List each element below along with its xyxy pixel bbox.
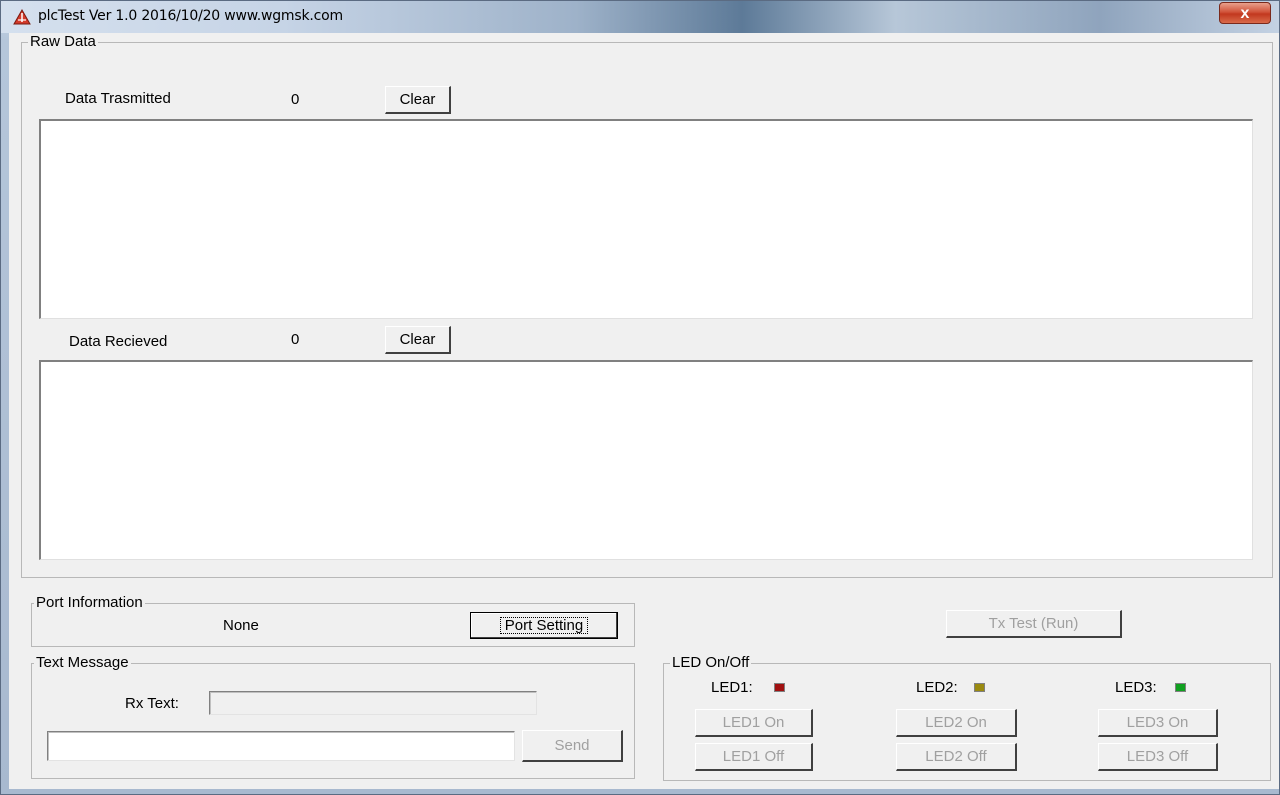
tx-test-button[interactable]: Tx Test (Run) <box>946 610 1122 638</box>
clear-received-button[interactable]: Clear <box>385 326 451 354</box>
close-button[interactable]: x <box>1219 2 1271 24</box>
app-icon <box>13 9 31 25</box>
led1-label: LED1: <box>711 679 753 696</box>
data-transmitted-count: 0 <box>291 91 300 108</box>
app-window: plcTest Ver 1.0 2016/10/20 www.wgmsk.com… <box>0 0 1280 795</box>
led2-indicator <box>974 683 985 692</box>
window-title: plcTest Ver 1.0 2016/10/20 www.wgmsk.com <box>38 8 343 24</box>
data-transmitted-label: Data Trasmitted <box>65 90 171 107</box>
transmitted-data-textarea[interactable] <box>39 119 1253 319</box>
clear-transmitted-button[interactable]: Clear <box>385 86 451 114</box>
received-data-textarea[interactable] <box>39 360 1253 560</box>
text-message-title: Text Message <box>34 654 131 672</box>
led3-label: LED3: <box>1115 679 1157 696</box>
led3-indicator <box>1175 683 1186 692</box>
raw-data-title: Raw Data <box>28 33 98 51</box>
data-received-label: Data Recieved <box>69 333 168 350</box>
rx-text-label: Rx Text: <box>125 695 179 712</box>
send-button[interactable]: Send <box>522 730 623 762</box>
led3-off-button[interactable]: LED3 Off <box>1098 743 1218 771</box>
port-status: None <box>223 617 259 634</box>
client-area: Raw Data Data Trasmitted 0 Clear Data Re… <box>9 33 1279 789</box>
data-received-count: 0 <box>291 331 300 348</box>
led2-on-button[interactable]: LED2 On <box>896 709 1017 737</box>
led1-on-button[interactable]: LED1 On <box>695 709 813 737</box>
led3-on-button[interactable]: LED3 On <box>1098 709 1218 737</box>
port-setting-label: Port Setting <box>499 617 589 634</box>
send-text-input[interactable] <box>47 731 515 761</box>
title-bar[interactable]: plcTest Ver 1.0 2016/10/20 www.wgmsk.com… <box>1 1 1279 33</box>
led2-off-button[interactable]: LED2 Off <box>896 743 1017 771</box>
port-information-title: Port Information <box>34 594 145 612</box>
led-group-title: LED On/Off <box>670 654 752 672</box>
port-setting-button[interactable]: Port Setting <box>470 612 618 639</box>
led2-label: LED2: <box>916 679 958 696</box>
rx-text-field <box>209 691 537 715</box>
led1-off-button[interactable]: LED1 Off <box>695 743 813 771</box>
led1-indicator <box>774 683 785 692</box>
